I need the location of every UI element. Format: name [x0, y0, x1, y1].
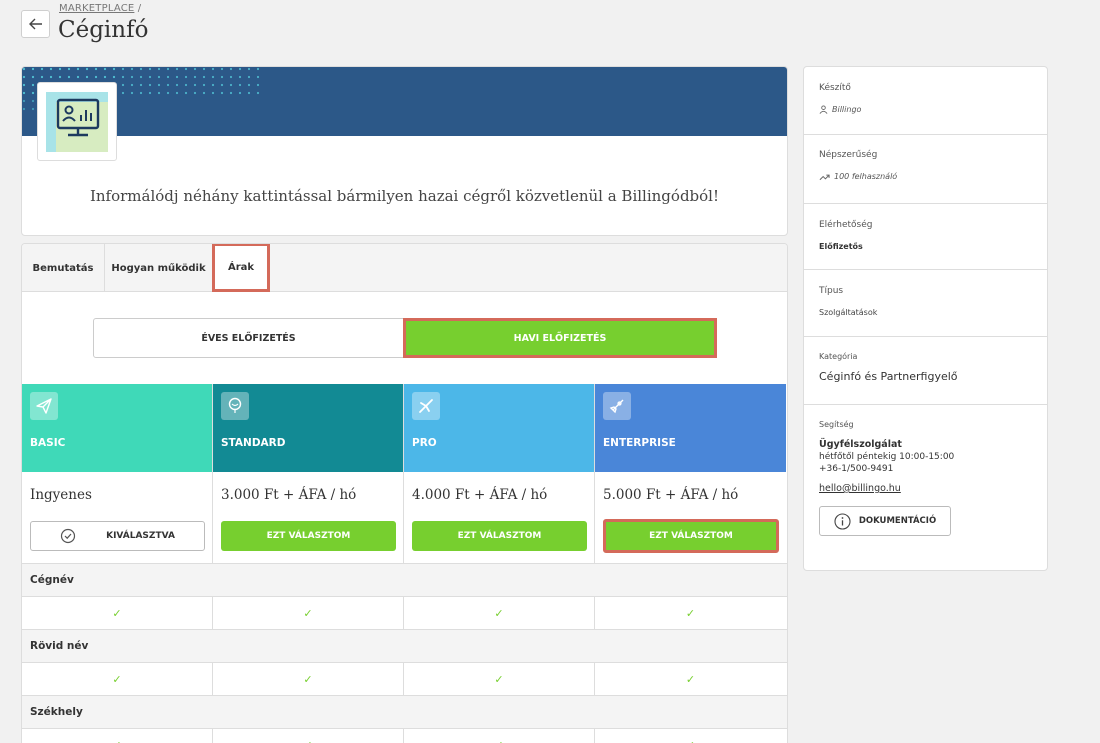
popularity-value: 100 felhasználó: [819, 172, 1047, 181]
feature-row: ✓ ✓ ✓ ✓: [22, 597, 787, 629]
check-icon: ✓: [22, 663, 213, 695]
plan-header: BASIC: [22, 384, 212, 472]
choose-plan-button[interactable]: EZT VÁLASZTOM: [412, 521, 587, 551]
plan-enterprise: ENTERPRISE 5.000 Ft + ÁFA / hó EZT VÁLAS…: [595, 384, 786, 564]
plan-price: 4.000 Ft + ÁFA / hó: [412, 487, 548, 503]
feature-row: ✓ ✓ ✓ ✓: [22, 663, 787, 695]
monitor-chart-icon: [46, 91, 108, 152]
check-icon: ✓: [595, 729, 786, 743]
documentation-label: DOKUMENTÁCIÓ: [858, 516, 937, 526]
trending-up-icon: [819, 174, 830, 180]
plan-price: Ingyenes: [30, 487, 92, 503]
page-title: Céginfó: [58, 17, 149, 43]
balloon-icon: [221, 392, 249, 420]
plan-name: PRO: [412, 437, 437, 449]
back-button[interactable]: [21, 10, 50, 38]
tab-bar: Bemutatás Hogyan működik Árak: [22, 244, 787, 292]
check-icon: ✓: [404, 663, 595, 695]
availability-label: Elérhetőség: [819, 220, 873, 230]
category-value: Céginfó és Partnerfigyelő: [819, 370, 958, 383]
plan-name: STANDARD: [221, 437, 286, 449]
check-circle-icon: [60, 528, 76, 544]
creator-label: Készítő: [819, 83, 851, 93]
help-hours: hétfőtől péntekig 10:00-15:00: [819, 452, 955, 462]
category-label: Kategória: [819, 352, 858, 361]
choose-plan-button[interactable]: EZT VÁLASZTOM: [603, 519, 779, 553]
creator-section: Készítő Billingo: [804, 67, 1047, 135]
plan-price: 5.000 Ft + ÁFA / hó: [603, 487, 739, 503]
info-icon: [834, 512, 851, 530]
button-label: KIVÁLASZTVA: [106, 531, 175, 541]
paper-plane-icon: [30, 392, 58, 420]
check-icon: ✓: [685, 672, 696, 686]
plan-header: ENTERPRISE: [595, 384, 786, 472]
breadcrumb-marketplace[interactable]: MARKETPLACE: [59, 3, 134, 14]
plan-header: STANDARD: [213, 384, 403, 472]
help-phone: +36-1/500-9491: [819, 464, 894, 474]
tab-arak[interactable]: Árak: [212, 244, 270, 292]
plan-name: ENTERPRISE: [603, 437, 676, 449]
check-icon: ✓: [404, 597, 595, 629]
tab-hogyan-mukodik[interactable]: Hogyan működik: [105, 244, 213, 292]
pricing-card: Bemutatás Hogyan működik Árak ÉVES ELŐFI…: [21, 243, 788, 743]
plan-price: 3.000 Ft + ÁFA / hó: [221, 487, 357, 503]
arrow-left-icon: [28, 18, 42, 30]
app-tagline: Informálódj néhány kattintással bármilye…: [89, 187, 720, 205]
yearly-subscription-option[interactable]: ÉVES ELŐFIZETÉS: [94, 319, 403, 357]
monthly-subscription-option[interactable]: HAVI ELŐFIZETÉS: [403, 318, 717, 358]
help-email-link[interactable]: hello@billingo.hu: [819, 483, 1047, 494]
hero-card: Informálódj néhány kattintással bármilye…: [21, 66, 788, 236]
plan-pro: PRO 4.000 Ft + ÁFA / hó EZT VÁLASZTOM: [404, 384, 595, 564]
type-value: Szolgáltatások: [819, 308, 878, 317]
feature-row: ✓ ✓ ✓ ✓: [22, 729, 787, 743]
selected-plan-button[interactable]: KIVÁLASZTVA: [30, 521, 205, 551]
check-icon: ✓: [213, 663, 404, 695]
billing-toggle: ÉVES ELŐFIZETÉS HAVI ELŐFIZETÉS: [93, 318, 717, 358]
choose-plan-button[interactable]: EZT VÁLASZTOM: [221, 521, 396, 551]
user-icon: [819, 105, 828, 114]
popularity-label: Népszerűség: [819, 150, 878, 160]
type-section: Típus Szolgáltatások: [804, 270, 1047, 337]
breadcrumb: MARKETPLACE /: [59, 3, 141, 14]
check-icon: ✓: [685, 606, 696, 620]
help-label: Segítség: [819, 420, 854, 429]
plan-header: PRO: [404, 384, 594, 472]
help-section: Segítség Ügyfélszolgálat hétfőtől péntek…: [804, 405, 1047, 571]
hero-banner: [22, 67, 787, 136]
app-logo: [37, 82, 117, 161]
check-icon: ✓: [213, 729, 404, 743]
creator-value: Billingo: [819, 105, 1047, 114]
category-section: Kategória Céginfó és Partnerfigyelő: [804, 337, 1047, 405]
app-info-sidebar: Készítő Billingo Népszerűség 100 felhasz…: [803, 66, 1048, 571]
banner-dots-pattern: [22, 67, 262, 112]
check-icon: ✓: [22, 729, 213, 743]
feature-label: Székhely: [22, 695, 787, 729]
check-icon: ✓: [213, 597, 404, 629]
plan-standard: STANDARD 3.000 Ft + ÁFA / hó EZT VÁLASZT…: [213, 384, 404, 564]
rocket-icon: [603, 392, 631, 420]
plan-name: BASIC: [30, 437, 66, 449]
availability-section: Elérhetőség Előfizetős: [804, 204, 1047, 270]
check-icon: ✓: [22, 597, 213, 629]
help-title: Ügyfélszolgálat: [819, 439, 902, 450]
plan-basic: BASIC Ingyenes KIVÁLASZTVA: [22, 384, 213, 564]
documentation-button[interactable]: DOKUMENTÁCIÓ: [819, 506, 951, 536]
check-icon: ✓: [404, 729, 595, 743]
feature-label: Cégnév: [22, 563, 787, 597]
type-label: Típus: [819, 286, 844, 296]
breadcrumb-separator: /: [137, 3, 142, 14]
airplane-icon: [412, 392, 440, 420]
tab-bemutatas[interactable]: Bemutatás: [22, 244, 105, 292]
availability-value: Előfizetős: [819, 242, 863, 251]
popularity-section: Népszerűség 100 felhasználó: [804, 135, 1047, 204]
feature-label: Rövid név: [22, 629, 787, 663]
